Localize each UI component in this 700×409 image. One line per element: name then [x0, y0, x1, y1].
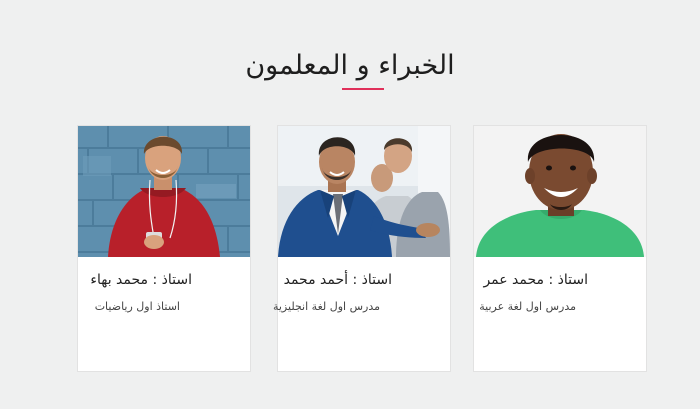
teacher-role: استاذ اول رياضيات	[94, 300, 180, 313]
teacher-photo-red-sweater-icon	[78, 126, 250, 257]
title-underline	[342, 88, 384, 90]
teacher-role: مدرس اول لغة انجليزية	[272, 300, 380, 313]
teacher-photo-2[interactable]	[278, 126, 450, 257]
teacher-photo-3[interactable]	[474, 126, 646, 257]
teacher-card-2[interactable]: استاذ : أحمد محمد مدرس اول لغة انجليزية	[273, 125, 451, 372]
teacher-card-3[interactable]: استاذ : محمد عمر مدرس اول لغة عربية	[473, 125, 647, 372]
teacher-card-1[interactable]: استاذ : محمد بهاء استاذ اول رياضيات	[77, 125, 251, 372]
teacher-name: استاذ : أحمد محمد	[283, 272, 392, 288]
teacher-photo-blue-suit-icon	[278, 126, 450, 257]
teacher-photo-1[interactable]	[78, 126, 250, 257]
teacher-photo-green-shirt-icon	[474, 126, 646, 257]
teacher-role: مدرس اول لغة عربية	[479, 300, 576, 313]
teacher-name: استاذ : محمد عمر	[483, 272, 588, 288]
section-title: الخبراء و المعلمون	[245, 50, 455, 81]
teacher-name: استاذ : محمد بهاء	[90, 272, 192, 288]
